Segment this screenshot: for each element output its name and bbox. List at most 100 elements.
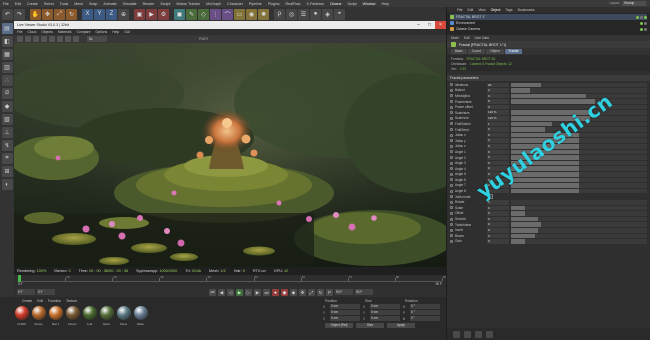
subdivision-icon[interactable]: ◇: [198, 8, 209, 20]
record-icon[interactable]: ●: [272, 288, 279, 296]
parameter-value-field[interactable]: 20: [487, 82, 509, 88]
om-menu-object[interactable]: Object: [491, 8, 501, 12]
animate-key-icon[interactable]: [450, 228, 453, 232]
tab-fractal[interactable]: Fractal: [504, 49, 523, 54]
material-swatch[interactable]: Mat.1: [48, 306, 63, 326]
render-view-icon[interactable]: ▣: [134, 8, 145, 20]
parameter-value-field[interactable]: 0: [487, 144, 509, 149]
menu-script[interactable]: Script: [347, 2, 356, 6]
object-row[interactable]: Octane Camera: [450, 26, 647, 32]
workplane-lock-icon[interactable]: ⊞: [1, 166, 13, 177]
menu-motion-tracker[interactable]: Motion Tracker: [176, 2, 200, 6]
animate-key-icon[interactable]: [450, 195, 453, 199]
live-selection-icon[interactable]: ✋: [30, 8, 41, 20]
next-key-icon[interactable]: ▶: [254, 288, 261, 296]
animate-key-icon[interactable]: [450, 178, 453, 182]
pause-render-icon[interactable]: [33, 36, 39, 42]
layout-select[interactable]: Startup: [622, 1, 646, 6]
parameter-slider[interactable]: [511, 239, 647, 244]
parameter-slider[interactable]: [511, 172, 647, 177]
position-field[interactable]: 0 cm: [330, 304, 360, 309]
pen-icon[interactable]: ✎: [186, 8, 197, 20]
animate-key-icon[interactable]: [450, 139, 453, 143]
octane-settings-icon[interactable]: ☰: [298, 8, 309, 20]
animate-key-icon[interactable]: [450, 156, 453, 160]
animate-key-icon[interactable]: [450, 217, 453, 221]
coord-system-icon[interactable]: ⊕: [118, 8, 129, 20]
visibility-toggles[interactable]: [636, 15, 647, 19]
content-browser-icon[interactable]: [464, 330, 471, 338]
parameter-value-field[interactable]: 0: [487, 149, 509, 155]
animate-key-icon[interactable]: [450, 234, 453, 238]
menu-pipeline[interactable]: Pipeline: [249, 2, 262, 6]
lv-menu-help[interactable]: Help: [112, 30, 119, 34]
animate-key-icon[interactable]: [450, 100, 453, 104]
render-picture-viewer-icon[interactable]: ▶: [146, 8, 157, 20]
points-mode-icon[interactable]: ∴: [1, 75, 13, 86]
menu-edit[interactable]: Edit: [15, 2, 21, 6]
octane-camera-icon[interactable]: ⌖: [334, 8, 345, 20]
undo-icon[interactable]: ↶: [2, 8, 13, 20]
material-swatch[interactable]: Leaf: [82, 306, 97, 326]
om-menu-edit[interactable]: Edit: [467, 8, 473, 12]
lv-menu-objects[interactable]: Objects: [41, 30, 53, 34]
parameter-slider[interactable]: [511, 93, 647, 99]
timeline[interactable]: 0102030405060708090 0 F 90 F: [14, 275, 446, 287]
material-swatch[interactable]: Glossy: [31, 306, 46, 326]
parameter-slider[interactable]: [511, 227, 647, 233]
parameter-value-field[interactable]: 0: [487, 233, 509, 239]
parameter-slider[interactable]: [511, 199, 647, 205]
pick-focus-icon[interactable]: [49, 36, 55, 42]
parameter-slider[interactable]: [511, 99, 647, 104]
make-editable-icon[interactable]: ▤: [1, 23, 13, 34]
animate-key-icon[interactable]: [450, 150, 453, 154]
minimize-icon[interactable]: –: [413, 21, 424, 29]
playhead[interactable]: [18, 275, 21, 282]
menu-window[interactable]: Window: [363, 2, 376, 6]
close-icon[interactable]: ×: [435, 21, 446, 29]
material-swatch[interactable]: Moss: [99, 306, 114, 326]
animate-key-icon[interactable]: [450, 172, 453, 176]
play-icon[interactable]: ▶: [236, 288, 243, 296]
animate-key-icon[interactable]: [450, 122, 453, 126]
parameter-value-field[interactable]: 120 %: [487, 110, 509, 116]
python-icon[interactable]: ρ: [274, 8, 285, 20]
lv-menu-file[interactable]: File: [17, 30, 22, 34]
animate-key-icon[interactable]: [450, 144, 453, 148]
cube-icon[interactable]: ◼: [174, 8, 185, 20]
om-menu-file[interactable]: File: [457, 8, 462, 12]
material-swatch[interactable]: Water: [133, 306, 148, 326]
menu-sculpt[interactable]: Sculpt: [160, 2, 170, 6]
uv-mode-icon[interactable]: ▧: [1, 114, 13, 125]
parameter-slider[interactable]: [511, 233, 647, 239]
kernel-preset-select[interactable]: DL: [87, 36, 107, 42]
size-field[interactable]: 0 cm: [370, 304, 400, 309]
parameter-value-field[interactable]: 2: [487, 88, 509, 93]
parameter-value-field[interactable]: 8: [487, 99, 509, 104]
axis-mode-icon[interactable]: ⊥: [1, 127, 13, 138]
max-frame-field[interactable]: 90 F: [355, 289, 373, 295]
am-menu-mode[interactable]: Mode: [451, 36, 459, 40]
size-field[interactable]: 0 cm: [370, 316, 400, 321]
parameter-value-field[interactable]: 0: [487, 216, 509, 222]
parameter-value-field[interactable]: 0: [487, 132, 509, 138]
rotation-key-icon[interactable]: ↻: [317, 288, 324, 296]
menu-tools[interactable]: Tools: [60, 2, 68, 6]
parameter-slider[interactable]: [511, 88, 647, 93]
coord-mode-select[interactable]: Object (Rel): [325, 323, 353, 328]
next-frame-icon[interactable]: ▷: [245, 288, 252, 296]
mat-menu-create[interactable]: Create: [22, 299, 32, 303]
menu-help[interactable]: Help: [381, 2, 388, 6]
mat-menu-edit[interactable]: Edit: [37, 299, 43, 303]
parameter-value-field[interactable]: 0: [487, 211, 509, 216]
z-axis-icon[interactable]: Z: [106, 8, 117, 20]
parameter-slider[interactable]: [511, 205, 647, 211]
rotation-field[interactable]: 0 °: [410, 316, 440, 321]
parameter-value-field[interactable]: 0: [487, 127, 509, 132]
animate-key-icon[interactable]: [450, 206, 453, 210]
parameter-slider[interactable]: [511, 82, 647, 88]
edges-mode-icon[interactable]: ⧄: [1, 88, 13, 99]
am-menu-userdata[interactable]: User Data: [474, 36, 488, 40]
mat-menu-function[interactable]: Function: [48, 299, 61, 303]
mat-menu-texture[interactable]: Texture: [66, 299, 77, 303]
